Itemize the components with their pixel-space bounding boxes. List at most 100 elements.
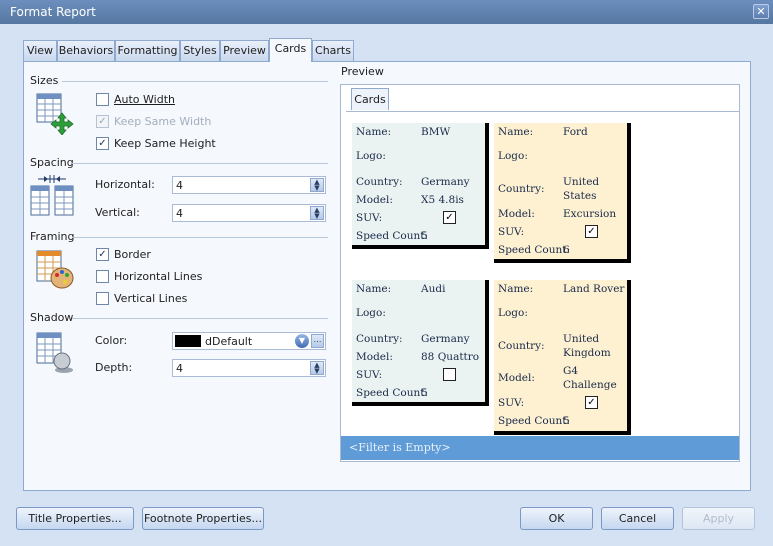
horizontal-lines-label: Horizontal Lines	[114, 270, 203, 283]
card-field-label: SUV:	[356, 369, 383, 381]
card-field-label: Model:	[356, 194, 393, 206]
spin-arrows-icon[interactable]: ▲ ▼	[310, 206, 324, 220]
card-field-label: Speed Count:	[498, 415, 571, 427]
shadow-divider	[72, 318, 328, 319]
spin-arrows-icon[interactable]: ▲ ▼	[310, 178, 324, 192]
preview-tab-cards[interactable]: Cards	[351, 88, 389, 110]
horizontal-label: Horizontal:	[95, 178, 155, 191]
tab-cards[interactable]: Cards	[269, 38, 312, 62]
card-field-label: SUV:	[356, 212, 383, 224]
cancel-button[interactable]: Cancel	[601, 507, 674, 530]
ellipsis-icon[interactable]: …	[311, 334, 324, 348]
card-country-value: United States	[563, 176, 600, 202]
horizontal-lines-checkbox[interactable]: Horizontal Lines	[96, 270, 202, 283]
apply-button[interactable]: Apply	[682, 507, 755, 530]
close-button[interactable]: ✕	[753, 4, 769, 19]
check-icon: ✓	[96, 248, 109, 261]
depth-stepper[interactable]: 4 ▲ ▼	[172, 359, 326, 377]
auto-width-checkbox[interactable]: Auto Width	[96, 93, 175, 106]
card-suv-check-icon: ✓	[585, 225, 598, 238]
tab-view[interactable]: View	[23, 40, 57, 61]
card-ford[interactable]: Name: Ford Logo: Country: United States …	[494, 123, 631, 263]
horizontal-stepper[interactable]: 4 ▲ ▼	[172, 176, 326, 194]
card-model-value: 88 Quattro	[421, 351, 480, 363]
card-field-label: Country:	[356, 176, 403, 188]
title-properties-button[interactable]: Title Properties...	[16, 507, 134, 530]
card-field-label: Model:	[498, 372, 535, 384]
filter-status-bar[interactable]: <Filter is Empty>	[341, 436, 739, 460]
card-country-value: Germany	[421, 176, 470, 188]
check-icon: ✓	[96, 115, 109, 128]
card-field-label: Speed Count:	[356, 230, 429, 242]
card-speed-value: 5	[421, 387, 428, 399]
check-icon: ✓	[96, 137, 109, 150]
tab-styles[interactable]: Styles	[180, 40, 220, 61]
title-bar: Format Report ✕	[0, 0, 773, 24]
card-country-value: Germany	[421, 333, 470, 345]
chevron-down-icon[interactable]: ▼	[295, 334, 309, 348]
card-field-label: Name:	[498, 283, 534, 295]
sizes-divider	[62, 81, 328, 82]
card-model-value: X5 4.8is	[421, 194, 464, 206]
card-field-label: Logo:	[356, 307, 386, 319]
card-speed-value: 5	[421, 230, 428, 242]
vertical-lines-checkbox[interactable]: Vertical Lines	[96, 292, 187, 305]
sizes-group-label: Sizes	[30, 74, 59, 87]
card-field-label: Model:	[356, 351, 393, 363]
card-speed-value: 6	[563, 244, 570, 256]
card-field-label: Name:	[498, 126, 534, 138]
keep-same-height-checkbox[interactable]: ✓ Keep Same Height	[96, 137, 216, 150]
framing-divider	[72, 237, 328, 238]
card-field-label: Logo:	[498, 150, 528, 162]
keep-same-height-label: Keep Same Height	[114, 137, 216, 150]
checkbox-box	[96, 292, 109, 305]
vertical-label: Vertical:	[95, 206, 140, 219]
shadow-group-label: Shadow	[30, 311, 74, 324]
card-field-label: Name:	[356, 126, 392, 138]
preview-group-label: Preview	[341, 65, 384, 78]
card-model-value: Excursion	[563, 208, 617, 220]
card-field-label: Model:	[498, 208, 535, 220]
sizes-icon	[36, 93, 74, 138]
tab-charts[interactable]: Charts	[312, 40, 354, 61]
card-field-label: Country:	[498, 340, 545, 352]
spacing-divider	[72, 163, 328, 164]
tab-preview[interactable]: Preview	[220, 40, 269, 61]
window-title: Format Report	[10, 5, 96, 19]
checkbox-box	[96, 270, 109, 283]
card-audi[interactable]: Name: Audi Logo: Country: Germany Model:…	[352, 280, 489, 406]
auto-width-label: Auto Width	[114, 93, 175, 106]
card-land-rover[interactable]: Name: Land Rover Logo: Country: United K…	[494, 280, 631, 435]
horizontal-value: 4	[176, 179, 183, 192]
spin-arrows-icon[interactable]: ▲ ▼	[310, 361, 324, 375]
checkbox-box	[96, 93, 109, 106]
card-field-label: Speed Count:	[498, 244, 571, 256]
card-country-value: United Kingdom	[563, 333, 611, 359]
spacing-icon	[30, 175, 74, 220]
color-swatch	[175, 335, 201, 347]
footnote-properties-button[interactable]: Footnote Properties...	[142, 507, 264, 530]
border-checkbox[interactable]: ✓ Border	[96, 248, 151, 261]
keep-same-width-checkbox[interactable]: ✓ Keep Same Width	[96, 115, 211, 128]
shadow-color-picker[interactable]: dDefault ▼ …	[172, 332, 326, 350]
shadow-color-value: dDefault	[205, 335, 253, 348]
card-name-value: Audi	[421, 283, 446, 295]
card-name-value: Ford	[563, 126, 588, 138]
card-speed-value: 5	[563, 415, 570, 427]
ok-button[interactable]: OK	[520, 507, 593, 530]
tab-behaviors[interactable]: Behaviors	[57, 40, 115, 61]
card-field-label: Name:	[356, 283, 392, 295]
border-label: Border	[114, 248, 151, 261]
card-bmw[interactable]: Name: BMW Logo: Country: Germany Model: …	[352, 123, 489, 249]
tab-formatting[interactable]: Formatting	[115, 40, 180, 61]
vertical-stepper[interactable]: 4 ▲ ▼	[172, 204, 326, 222]
card-field-label: Speed Count:	[356, 387, 429, 399]
color-label: Color:	[95, 334, 128, 347]
depth-label: Depth:	[95, 361, 133, 374]
card-field-label: SUV:	[498, 226, 525, 238]
card-suv-checkbox-empty	[443, 368, 456, 381]
framing-palette-icon	[36, 250, 74, 293]
shadow-icon	[36, 332, 74, 377]
card-name-value: Land Rover	[563, 283, 625, 295]
card-suv-check-icon: ✓	[443, 211, 456, 224]
